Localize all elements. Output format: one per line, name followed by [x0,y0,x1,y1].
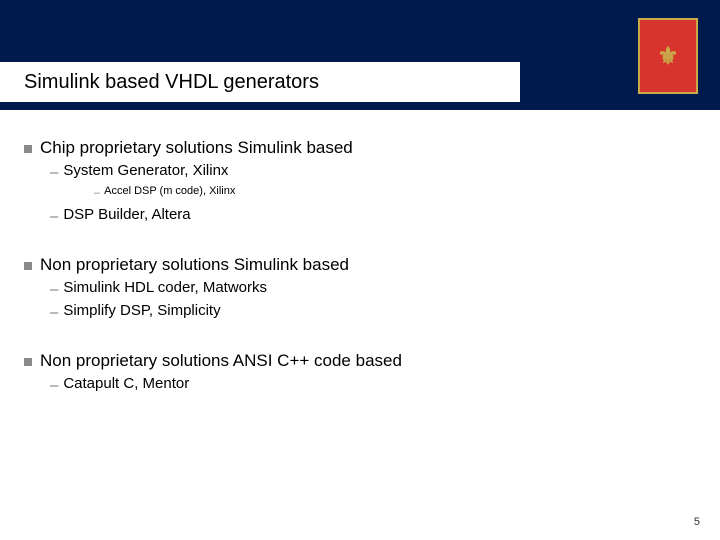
subitem-text: Accel DSP (m code), Xilinx [104,185,235,197]
level2-group: – Catapult C, Mentor [24,375,696,396]
section-heading: Chip proprietary solutions Simulink base… [40,138,353,158]
slide-header: Simulink based VHDL generators KONGSBERG… [0,0,720,110]
page-number: 5 [694,516,700,528]
level2-group: – System Generator, Xilinx – Accel DSP (… [24,162,696,227]
bullet-level1: Non proprietary solutions Simulink based [24,255,696,275]
bullet-level2: – Catapult C, Mentor [50,375,696,396]
crown-icon: ⚜ [657,42,679,71]
bullet-level1: Non proprietary solutions ANSI C++ code … [24,351,696,371]
level2-group: – Simulink HDL coder, Matworks – Simplif… [24,279,696,323]
bullet-level2: – DSP Builder, Altera [50,206,696,227]
item-text: Simplify DSP, Simplicity [63,302,220,319]
level3-group: – Accel DSP (m code), Xilinx [50,185,696,202]
bullet-level2: – System Generator, Xilinx [50,162,696,183]
item-text: DSP Builder, Altera [63,206,190,223]
section-heading: Non proprietary solutions Simulink based [40,255,349,275]
dash-bullet-icon: – [50,302,58,323]
slide-title: Simulink based VHDL generators [24,71,319,94]
brand-name: KONGSBERG [522,124,630,164]
dash-bullet-icon: – [50,375,58,396]
bullet-level3: – Accel DSP (m code), Xilinx [94,185,696,202]
dash-bullet-icon: – [94,185,100,202]
dash-bullet-icon: – [50,206,58,227]
dash-bullet-icon: – [50,279,58,300]
bullet-level2: – Simulink HDL coder, Matworks [50,279,696,300]
section-non-proprietary-ansi: Non proprietary solutions ANSI C++ code … [24,351,696,396]
item-text: Catapult C, Mentor [63,375,189,392]
bullet-level2: – Simplify DSP, Simplicity [50,302,696,323]
square-bullet-icon [24,358,32,366]
square-bullet-icon [24,262,32,270]
item-text: System Generator, Xilinx [63,162,228,179]
section-non-proprietary-simulink: Non proprietary solutions Simulink based… [24,255,696,323]
brand-logo: ⚜ [638,18,698,94]
section-heading: Non proprietary solutions ANSI C++ code … [40,351,402,371]
item-text: Simulink HDL coder, Matworks [63,279,267,296]
dash-bullet-icon: – [50,162,58,183]
square-bullet-icon [24,145,32,153]
